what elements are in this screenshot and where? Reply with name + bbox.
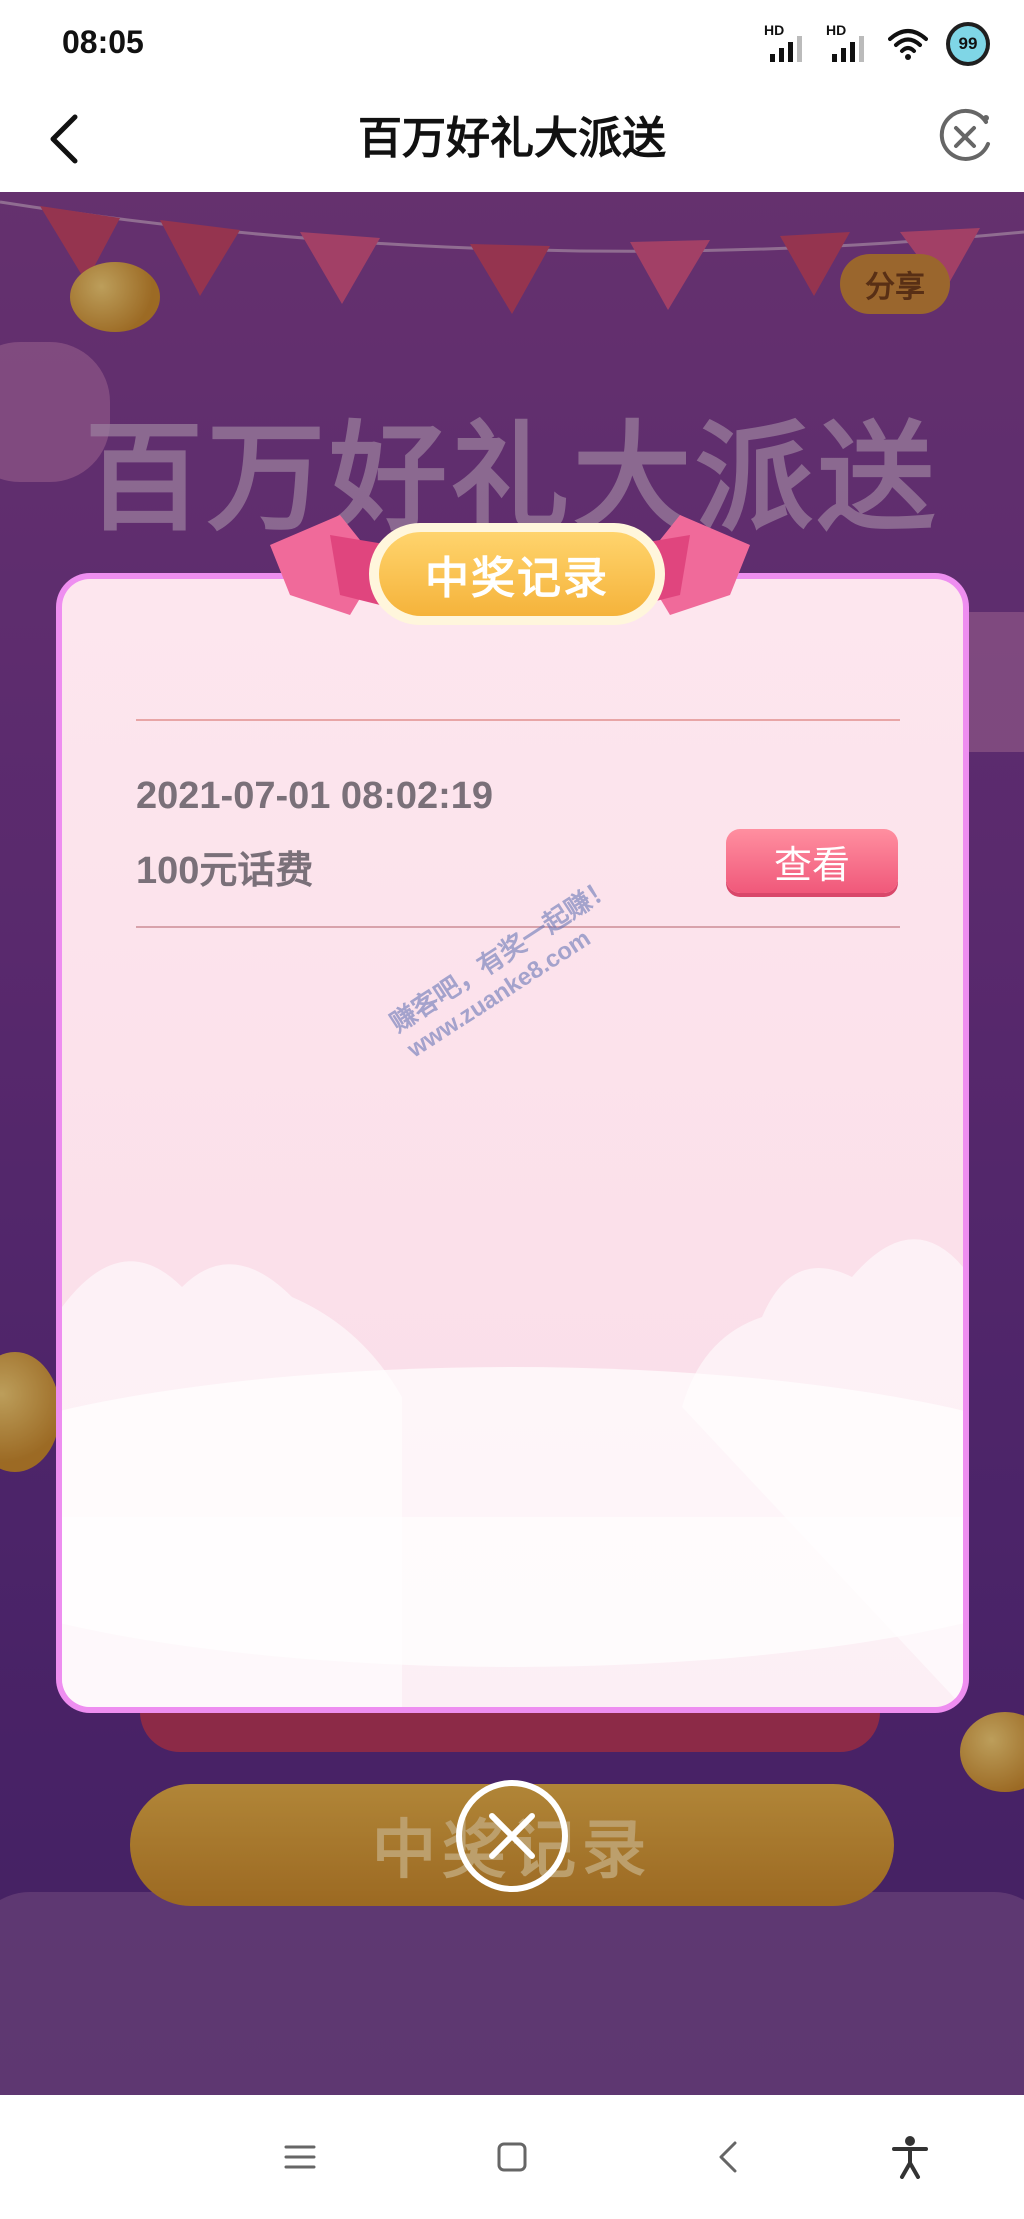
menu-icon: [284, 2145, 316, 2169]
status-time: 08:05: [62, 24, 144, 60]
back-triangle-icon: [719, 2141, 737, 2173]
battery-level: 99: [950, 26, 986, 62]
accessibility-icon: [892, 2136, 928, 2179]
view-prize-button[interactable]: 查看: [726, 829, 898, 893]
record-divider-top: [136, 719, 900, 721]
system-nav-bar: [0, 2095, 1024, 2219]
close-icon: [489, 1813, 535, 1859]
wifi-icon: [888, 29, 928, 60]
signal-icon-2: HD: [826, 22, 870, 64]
close-modal-button[interactable]: [456, 1780, 568, 1892]
status-icons: HD HD 99: [764, 22, 990, 66]
close-page-button[interactable]: [934, 106, 996, 168]
title-bar: 百万好礼大派送: [0, 88, 1024, 192]
battery-icon: 99: [946, 22, 990, 66]
cloud-decoration: [62, 1239, 963, 1707]
page-title: 百万好礼大派送: [358, 114, 666, 163]
prize-record-modal: 2021-07-01 08:02:19 100元话费 查看: [56, 573, 969, 1713]
prize-record-title-badge: 中奖记录: [369, 523, 665, 625]
record-time: 2021-07-01 08:02:19: [136, 775, 494, 817]
home-square-icon: [497, 2142, 527, 2172]
status-bar: 08:05 HD HD 99: [0, 0, 1024, 88]
record-prize: 100元话费: [136, 850, 314, 892]
modal-title: 中奖记录: [379, 532, 655, 616]
signal-icon: HD: [764, 22, 808, 64]
nav-menu-button[interactable]: [272, 2129, 328, 2185]
close-circle-icon: [939, 108, 990, 161]
prize-record-panel: 2021-07-01 08:02:19 100元话费 查看: [62, 579, 963, 1707]
nav-home-button[interactable]: [484, 2129, 540, 2185]
nav-back-button[interactable]: [700, 2129, 756, 2185]
nav-accessibility-button[interactable]: [882, 2129, 938, 2185]
